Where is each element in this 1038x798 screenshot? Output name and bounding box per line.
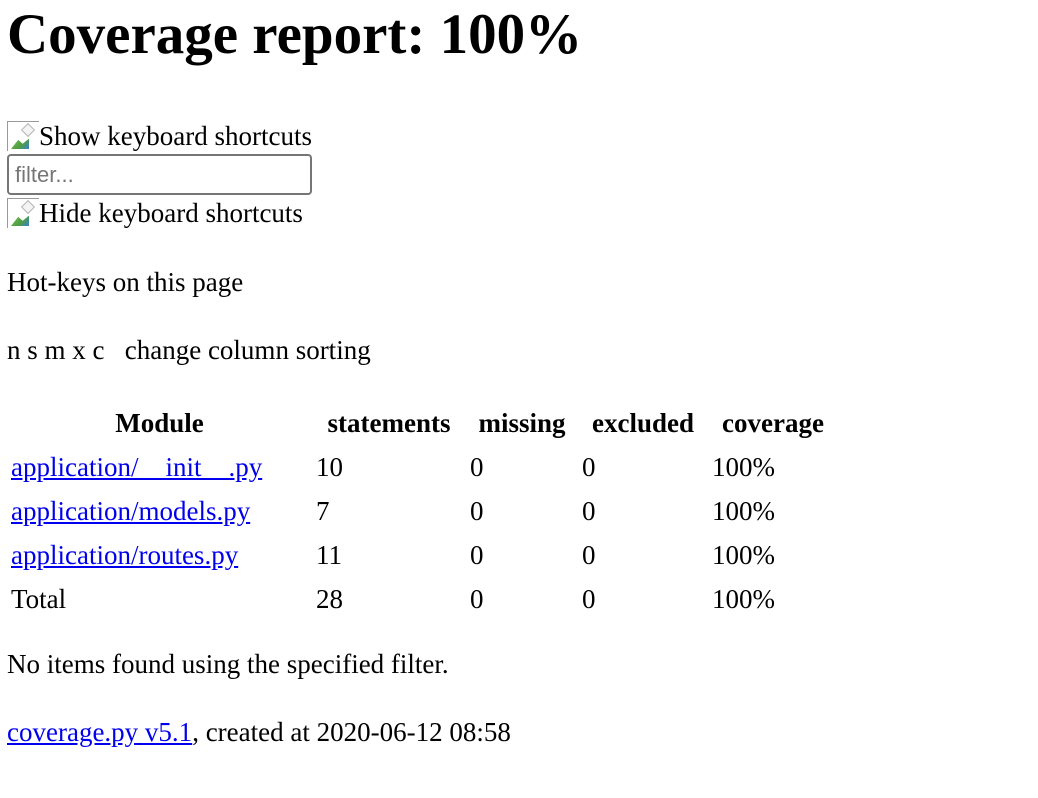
header-statements[interactable]: statements: [312, 401, 466, 445]
hotkeys-line: n s m x c change column sorting: [7, 333, 1031, 367]
module-cell: application/__init__.py: [7, 445, 312, 489]
excluded-cell: 0: [582, 495, 596, 526]
broken-image-icon: [7, 198, 39, 228]
module-link[interactable]: application/models.py: [11, 496, 250, 526]
coverage-table: Module statements missing excluded cover…: [7, 401, 838, 621]
header-module[interactable]: Module: [7, 401, 312, 445]
show-shortcuts-button[interactable]: Show keyboard shortcuts: [7, 118, 1031, 154]
show-shortcuts-label: Show keyboard shortcuts: [39, 121, 312, 151]
module-link[interactable]: application/__init__.py: [11, 452, 262, 482]
filter-input[interactable]: [7, 154, 312, 195]
header-coverage[interactable]: coverage: [708, 401, 838, 445]
module-link[interactable]: application/routes.py: [11, 540, 238, 570]
excluded-cell: 0: [582, 539, 596, 570]
total-row: Total 28 0 0 100%: [7, 577, 838, 621]
footer: coverage.py v5.1, created at 2020-06-12 …: [7, 715, 1031, 749]
statements-cell: 10: [316, 451, 343, 482]
excluded-cell: 0: [582, 451, 596, 482]
module-cell: application/models.py: [7, 489, 312, 533]
hide-shortcuts-button[interactable]: Hide keyboard shortcuts: [7, 195, 1031, 231]
no-items-message: No items found using the specified filte…: [7, 649, 449, 679]
missing-cell: 0: [470, 495, 484, 526]
coverage-cell: 100%: [712, 451, 775, 482]
total-excluded: 0: [582, 583, 596, 614]
total-label: Total: [11, 583, 67, 614]
hotkeys-keys: n s m x c: [7, 335, 105, 365]
created-at-text: , created at 2020-06-12 08:58: [192, 717, 511, 747]
module-cell: application/routes.py: [7, 533, 312, 577]
statements-cell: 7: [316, 495, 330, 526]
coverage-cell: 100%: [712, 495, 775, 526]
total-statements: 28: [316, 583, 343, 614]
total-missing: 0: [470, 583, 484, 614]
total-coverage: 100%: [712, 583, 775, 614]
table-row: application/__init__.py 10 0 0 100%: [7, 445, 838, 489]
coverage-cell: 100%: [712, 539, 775, 570]
table-row: application/routes.py 11 0 0 100%: [7, 533, 838, 577]
missing-cell: 0: [470, 539, 484, 570]
broken-image-icon: [7, 121, 39, 151]
table-row: application/models.py 7 0 0 100%: [7, 489, 838, 533]
header-excluded[interactable]: excluded: [578, 401, 708, 445]
page: Coverage report: 100% Show keyboard shor…: [0, 0, 1038, 749]
hide-shortcuts-label: Hide keyboard shortcuts: [39, 198, 303, 228]
page-title: Coverage report: 100%: [7, 3, 583, 66]
missing-cell: 0: [470, 451, 484, 482]
hotkeys-description: change column sorting: [124, 335, 371, 365]
hotkeys-title: Hot-keys on this page: [7, 267, 244, 297]
statements-cell: 11: [316, 539, 342, 570]
header-missing[interactable]: missing: [466, 401, 578, 445]
coverage-link[interactable]: coverage.py v5.1: [7, 717, 192, 747]
table-header-row: Module statements missing excluded cover…: [7, 401, 838, 445]
